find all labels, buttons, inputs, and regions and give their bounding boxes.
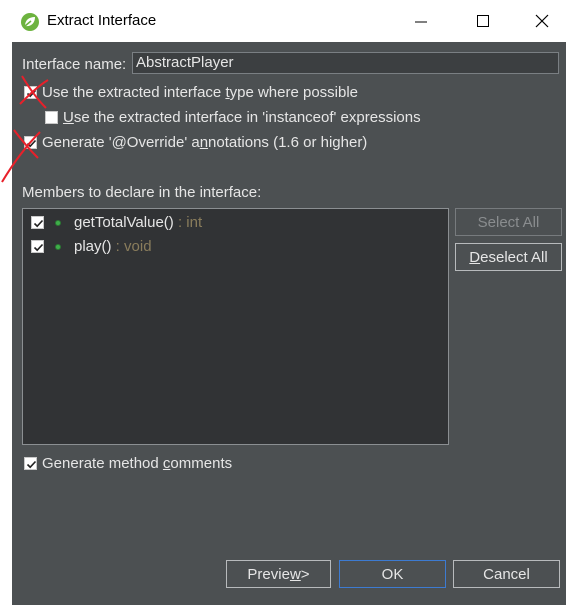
- method-comments-checkbox[interactable]: [24, 457, 37, 470]
- checkmark-icon: [26, 460, 37, 469]
- member-signature: play() : void: [74, 238, 152, 255]
- member-checkbox[interactable]: [31, 216, 44, 229]
- select-all-button[interactable]: Select All: [455, 208, 562, 236]
- use-type-label: Use the extracted interface type where p…: [42, 84, 359, 101]
- override-label: Generate '@Override' annotations (1.6 or…: [42, 134, 368, 151]
- list-item[interactable]: play() : void: [23, 236, 448, 258]
- members-label: Members to declare in the interface:: [22, 184, 262, 201]
- checkmark-icon: [33, 243, 44, 252]
- maximize-icon: [477, 15, 489, 27]
- override-checkbox[interactable]: [24, 136, 37, 149]
- checkmark-icon: [26, 89, 37, 98]
- instanceof-label: Use the extracted interface in 'instance…: [63, 109, 421, 126]
- minimize-icon: [415, 21, 427, 23]
- minimize-button[interactable]: [399, 5, 443, 37]
- interface-name-label: Interface name:: [22, 56, 127, 73]
- dialog-body: Interface name: Use the extracted interf…: [12, 42, 566, 605]
- extract-interface-dialog: Extract Interface Interface name: Abstra…: [0, 0, 578, 609]
- public-method-icon: [55, 244, 61, 250]
- interface-name-input[interactable]: [132, 52, 559, 74]
- method-comments-label: Generate method comments: [42, 455, 233, 472]
- title-bar[interactable]: Extract Interface: [0, 0, 578, 42]
- member-signature: getTotalValue() : int: [74, 214, 203, 231]
- preview-button[interactable]: Previe w >: [226, 560, 331, 588]
- cancel-button[interactable]: Cancel: [453, 560, 560, 588]
- members-list[interactable]: getTotalValue() : int play() : void: [22, 208, 449, 445]
- window-title: Extract Interface: [47, 12, 157, 29]
- instanceof-checkbox[interactable]: [45, 111, 58, 124]
- close-button[interactable]: [520, 5, 564, 37]
- list-item[interactable]: getTotalValue() : int: [23, 212, 448, 234]
- checkmark-icon: [33, 219, 44, 228]
- use-type-checkbox[interactable]: [24, 86, 37, 99]
- close-icon: [535, 14, 549, 28]
- deselect-all-button[interactable]: Deselect All: [455, 243, 562, 271]
- maximize-button[interactable]: [461, 5, 505, 37]
- eclipse-leaf-icon: [20, 12, 40, 32]
- checkmark-icon: [26, 139, 37, 148]
- public-method-icon: [55, 220, 61, 226]
- ok-button[interactable]: OK: [339, 560, 446, 588]
- member-checkbox[interactable]: [31, 240, 44, 253]
